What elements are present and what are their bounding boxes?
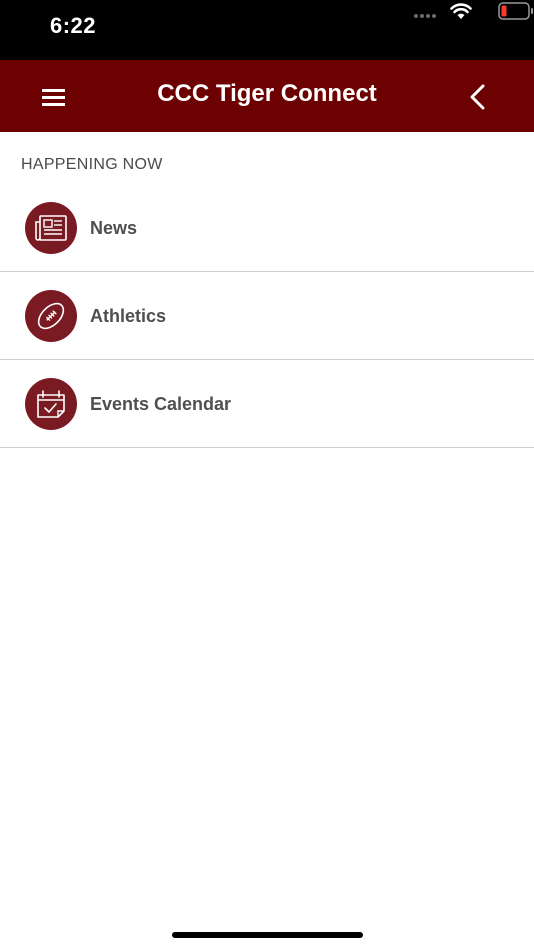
app-header: CCC Tiger Connect [0, 60, 534, 132]
menu-list: News Athletics Events Calendar [0, 184, 534, 448]
status-time: 6:22 [50, 13, 97, 38]
menu-item-news[interactable]: News [0, 184, 534, 272]
menu-item-label: Events Calendar [90, 394, 232, 414]
menu-item-athletics[interactable]: Athletics [0, 272, 534, 360]
status-bar: 6:22 [0, 0, 534, 60]
menu-item-label: Athletics [90, 306, 167, 326]
football-icon [25, 290, 77, 342]
app-title: CCC Tiger Connect [157, 80, 377, 107]
home-indicator[interactable] [172, 932, 363, 938]
chevron-left-icon[interactable] [464, 82, 494, 112]
signal-dots-icon [414, 14, 438, 20]
wifi-icon [450, 3, 472, 19]
section-label: HAPPENING NOW [21, 156, 163, 173]
menu-item-events-calendar[interactable]: Events Calendar [0, 360, 534, 448]
battery-low-icon [498, 2, 533, 20]
calendar-check-icon [25, 378, 77, 430]
newspaper-icon [25, 202, 77, 254]
menu-item-label: News [90, 218, 138, 238]
